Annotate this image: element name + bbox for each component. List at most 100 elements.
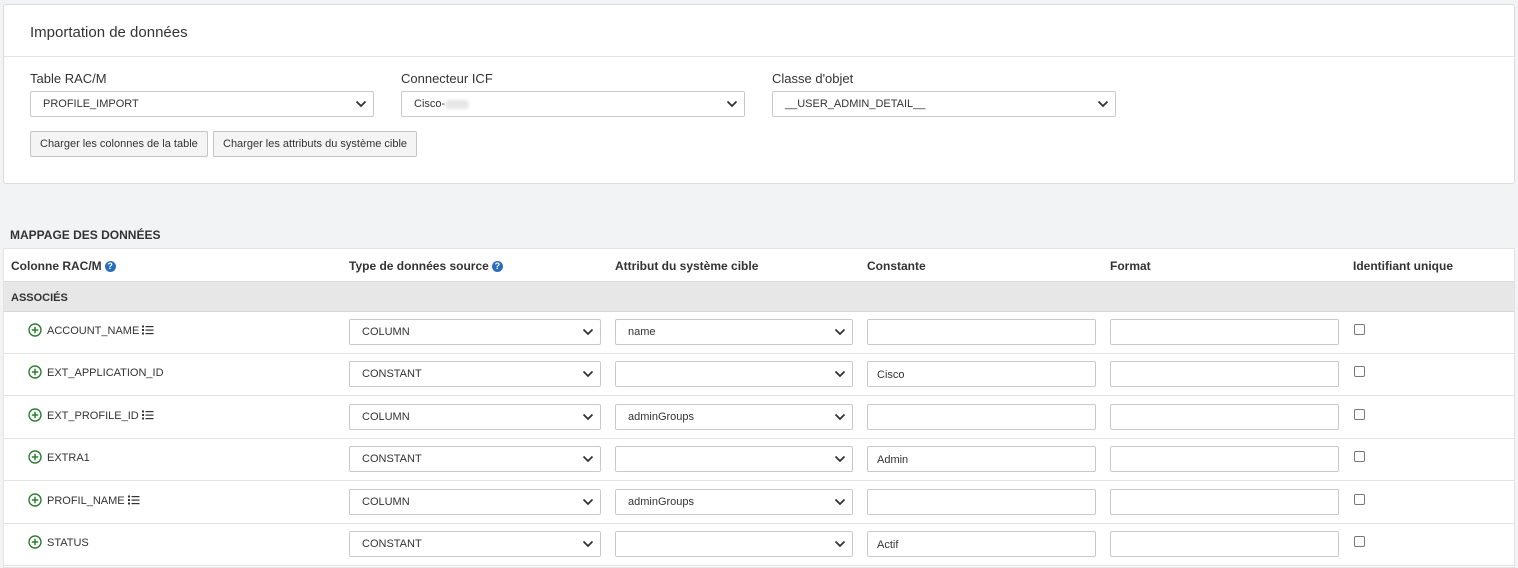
target-attribute-select[interactable]: name [615,319,853,345]
chevron-down-icon [582,412,594,422]
target-attribute-select[interactable]: adminGroups [615,488,853,515]
unique-id-checkbox[interactable] [1354,536,1365,547]
source-type-select[interactable]: COLUMN [349,319,601,345]
list-icon[interactable] [142,325,154,338]
source-type-value: CONSTANT [362,453,422,466]
object-class-select[interactable]: __USER_ADMIN_DETAIL__ [772,91,1116,117]
table-row: EXT_APPLICATION_ID CONSTANT Cisco [4,354,1514,397]
source-type-select[interactable]: COLUMN [349,488,601,515]
constant-input[interactable] [867,319,1096,345]
chevron-down-icon [582,327,594,337]
constant-input[interactable] [867,403,1096,430]
plus-circle-icon[interactable] [28,365,42,380]
plus-circle-icon[interactable] [28,492,42,507]
header-source-type: Type de données source? [349,259,503,273]
source-type-value: COLUMN [362,495,410,508]
target-attribute-value: adminGroups [628,410,695,423]
redacted-text [445,99,470,109]
constant-input[interactable]: Actif [867,531,1096,557]
row-column-name-text: EXT_APPLICATION_ID [47,367,164,380]
header-column: Colonne RAC/M? [11,259,116,273]
table-row: PROFIL_NAME COLUMN adminGroups [4,482,1514,524]
plus-circle-icon[interactable] [28,535,42,549]
format-input[interactable] [1110,403,1339,430]
chevron-down-icon [582,369,594,379]
list-icon[interactable] [127,495,140,508]
format-input[interactable] [1110,361,1339,388]
object-class-label: Classe d'objet [772,71,854,86]
header-target-attribute: Attribut du système cible [615,259,759,273]
row-column-name-text: EXTRA1 [47,452,90,465]
constant-input[interactable] [867,488,1096,515]
chevron-down-icon [834,412,846,422]
constant-input[interactable]: Admin [867,446,1096,473]
header-source-type-label: Type de données source [349,259,489,273]
target-attribute-value: adminGroups [628,495,695,508]
row-column-name: ACCOUNT_NAME [47,325,154,338]
source-type-select[interactable]: CONSTANT [349,446,601,473]
table-row: STATUS CONSTANT Actif [4,524,1514,566]
question-circle-icon[interactable]: ? [104,261,116,272]
source-type-value: CONSTANT [362,368,422,381]
chevron-down-icon [834,454,846,464]
row-column-name-text: STATUS [47,537,89,549]
unique-id-checkbox[interactable] [1354,493,1365,505]
table-row: ACCOUNT_NAME COLUMN name [4,312,1514,354]
target-attribute-select[interactable]: adminGroups [615,403,853,430]
load-columns-button[interactable]: Charger les colonnes de la table [30,131,208,157]
connector-field: Connecteur ICF Cisco- [401,71,745,117]
row-column-name-text: PROFIL_NAME [47,494,125,507]
chevron-down-icon [834,369,846,379]
chevron-down-icon [582,539,594,549]
target-attribute-select[interactable] [615,446,853,473]
format-input[interactable] [1110,319,1339,345]
chevron-down-icon [582,497,594,507]
header-unique-id: Identifiant unique [1353,259,1453,273]
chevron-down-icon [726,99,738,109]
header-constant: Constante [867,259,926,273]
group-label: ASSOCIÉS [11,292,68,304]
plus-circle-icon[interactable] [28,450,42,464]
plus-circle-icon[interactable] [28,323,42,337]
target-attribute-select[interactable] [615,361,853,388]
chevron-down-icon [1097,99,1109,109]
format-input[interactable] [1110,488,1339,515]
format-input[interactable] [1110,446,1339,473]
target-attribute-select[interactable] [615,531,853,557]
group-row-associes: ASSOCIÉS [4,282,1514,312]
unique-id-checkbox[interactable] [1354,366,1365,378]
chevron-down-icon [834,539,846,549]
plus-circle-icon[interactable] [28,408,42,422]
row-column-name: PROFIL_NAME [47,495,140,508]
object-class-select-value: __USER_ADMIN_DETAIL__ [785,98,926,110]
source-type-select[interactable]: CONSTANT [349,361,601,388]
constant-input[interactable]: Cisco [867,361,1096,388]
question-circle-icon[interactable]: ? [491,261,503,272]
source-type-value: COLUMN [362,410,410,423]
source-type-value: COLUMN [362,326,410,338]
mapping-table: Colonne RAC/M? Type de données source? A… [3,248,1515,568]
load-attributes-button[interactable]: Charger les attributs du système cible [213,131,418,157]
source-type-select[interactable]: CONSTANT [349,531,601,557]
row-column-name: STATUS [47,537,89,549]
chevron-down-icon [582,454,594,464]
format-input[interactable] [1110,531,1339,557]
target-attribute-value: name [628,326,656,338]
unique-id-checkbox[interactable] [1354,408,1365,420]
connector-select[interactable]: Cisco- [401,91,745,117]
row-column-name: EXTRA1 [47,452,90,464]
mapping-section-title: MAPPAGE DES DONNÉES [10,228,161,242]
source-type-select[interactable]: COLUMN [349,403,601,430]
unique-id-checkbox[interactable] [1354,451,1365,463]
connector-select-value: Cisco- [414,98,446,110]
row-column-name: EXT_PROFILE_ID [47,410,154,423]
table-select[interactable]: PROFILE_IMPORT [30,91,374,117]
row-column-name-text: ACCOUNT_NAME [47,325,140,337]
list-icon[interactable] [141,410,154,423]
row-column-name: EXT_APPLICATION_ID [47,367,164,379]
chevron-down-icon [834,327,846,337]
table-field: Table RAC/M PROFILE_IMPORT [30,71,374,117]
unique-id-checkbox[interactable] [1354,324,1365,335]
chevron-down-icon [355,99,367,109]
object-class-field: Classe d'objet __USER_ADMIN_DETAIL__ [772,71,1116,117]
